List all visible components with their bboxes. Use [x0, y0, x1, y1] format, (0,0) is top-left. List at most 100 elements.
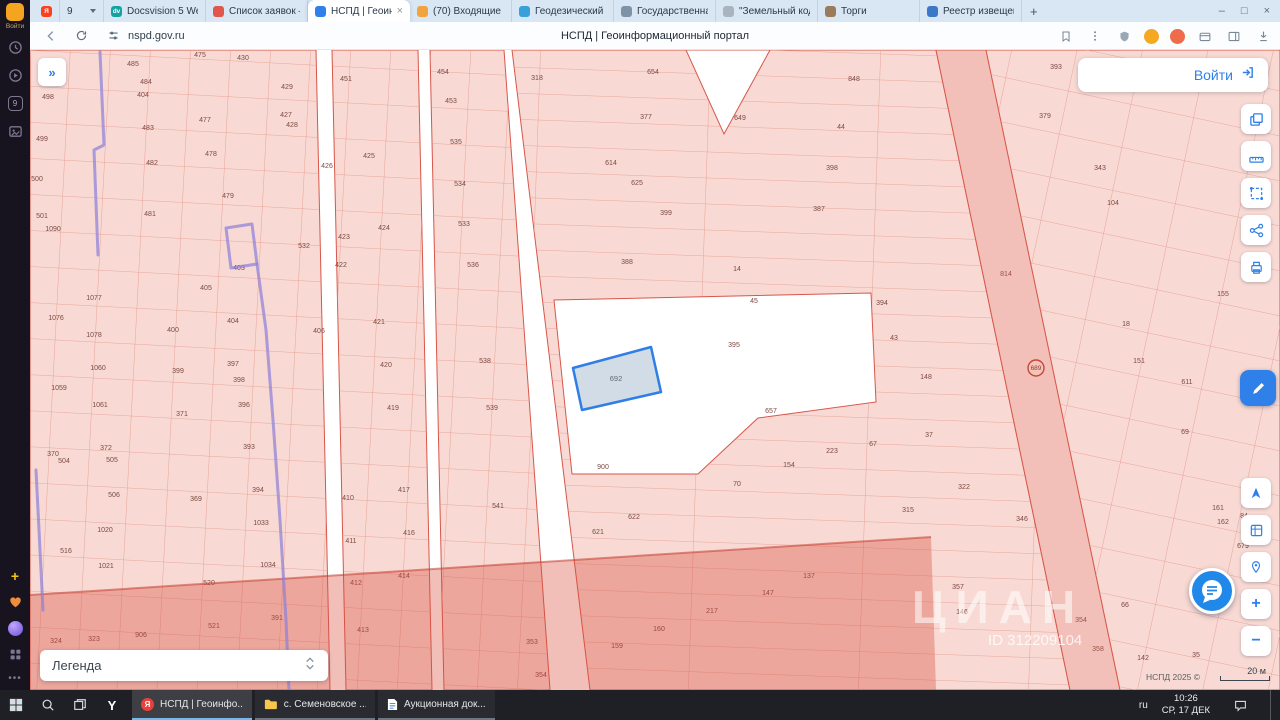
- protect-shield-icon[interactable]: [1115, 27, 1133, 45]
- url-box[interactable]: nspd.gov.ru: [104, 27, 185, 45]
- legend-toggle[interactable]: Легенда: [40, 650, 328, 681]
- pin-button[interactable]: [1241, 552, 1271, 582]
- document-icon: [387, 698, 398, 710]
- share-button[interactable]: [1241, 215, 1271, 245]
- side-panel-icon[interactable]: [1225, 27, 1243, 45]
- svg-text:425: 425: [363, 153, 375, 160]
- browser-tab[interactable]: "Земельный кодекс...: [716, 0, 818, 22]
- svg-text:501: 501: [36, 213, 48, 220]
- svg-text:161: 161: [1212, 505, 1224, 512]
- draw-tool-button[interactable]: [1240, 370, 1276, 406]
- svg-text:387: 387: [813, 206, 825, 213]
- tab-title: Реестр извещений: [943, 5, 1014, 17]
- address-bar-actions: [1057, 22, 1272, 50]
- yandex-browser-taskbar-icon[interactable]: Y: [96, 690, 128, 720]
- tab-close-icon[interactable]: ×: [397, 5, 403, 17]
- task-view-button[interactable]: [64, 690, 96, 720]
- browser-tab[interactable]: Государственная и...: [614, 0, 716, 22]
- taskbar-app[interactable]: Я НСПД | Геоинфо...: [132, 690, 252, 720]
- taskbar-app[interactable]: с. Семеновское ...: [255, 690, 375, 720]
- media-play-icon[interactable]: [6, 66, 24, 84]
- browser-tab[interactable]: (70) Входящие - По...: [410, 0, 512, 22]
- browser-tab[interactable]: НСПД | Геоинфор... ×: [308, 0, 410, 22]
- basemap-button[interactable]: [1241, 515, 1271, 545]
- svg-text:399: 399: [660, 210, 672, 217]
- browser-tab[interactable]: dv Docsvision 5 Web-к...: [104, 0, 206, 22]
- svg-text:1020: 1020: [97, 527, 113, 534]
- browser-tab[interactable]: Реестр извещений: [920, 0, 1022, 22]
- svg-text:370: 370: [47, 451, 59, 458]
- tab-favicon: dv: [111, 5, 122, 17]
- svg-text:611: 611: [1181, 379, 1192, 386]
- maximize-button[interactable]: □: [1241, 5, 1248, 17]
- svg-text:69: 69: [1181, 429, 1189, 436]
- action-center-icon[interactable]: [1224, 699, 1256, 712]
- browser-tab[interactable]: Список заявок — Те...: [206, 0, 308, 22]
- svg-text:322: 322: [958, 484, 970, 491]
- new-tab-button[interactable]: +: [1022, 0, 1046, 22]
- svg-text:43: 43: [890, 335, 898, 342]
- taskbar-search-button[interactable]: [32, 690, 64, 720]
- print-button[interactable]: [1241, 252, 1271, 282]
- svg-text:420: 420: [380, 362, 392, 369]
- cards-icon[interactable]: [1196, 27, 1214, 45]
- site-settings-icon[interactable]: [104, 27, 122, 45]
- start-button[interactable]: [0, 690, 32, 720]
- profile-avatar[interactable]: [6, 3, 24, 21]
- zoom-in-button[interactable]: +: [1241, 589, 1271, 619]
- map-canvas[interactable]: 485 475 430 498 484 404 429 427 428 483 477 499 482 4…: [30, 50, 1280, 690]
- tab-title: Список заявок — Те...: [229, 5, 300, 17]
- tab-counter-badge[interactable]: 9: [6, 94, 24, 112]
- apps-grid-icon[interactable]: [6, 645, 24, 663]
- more-options-icon[interactable]: •••: [8, 673, 22, 684]
- minimize-button[interactable]: –: [1219, 5, 1225, 17]
- download-icon[interactable]: [1254, 27, 1272, 45]
- taskbar-app[interactable]: Аукционная док...: [378, 690, 495, 720]
- panel-toggle-button[interactable]: »: [38, 58, 66, 86]
- address-bar: nspd.gov.ru НСПД | Геоинформационный пор…: [30, 22, 1280, 50]
- svg-text:451: 451: [340, 76, 352, 83]
- layers-button[interactable]: [1241, 104, 1271, 134]
- svg-text:1021: 1021: [98, 563, 114, 570]
- bookmark-icon[interactable]: [1057, 27, 1075, 45]
- zoom-out-button[interactable]: −: [1241, 626, 1271, 656]
- browser-tab[interactable]: 9: [60, 0, 104, 22]
- browser-tab[interactable]: Торги: [818, 0, 920, 22]
- tab-title: 9: [67, 5, 73, 17]
- show-desktop-button[interactable]: [1270, 690, 1274, 720]
- svg-text:429: 429: [281, 84, 293, 91]
- close-button[interactable]: ×: [1264, 5, 1270, 17]
- back-icon[interactable]: [42, 27, 60, 45]
- kebab-menu-icon[interactable]: [1086, 27, 1104, 45]
- login-button[interactable]: Войти: [1078, 58, 1268, 92]
- svg-text:155: 155: [1217, 291, 1229, 298]
- language-indicator[interactable]: ru: [1139, 700, 1148, 711]
- ruler-button[interactable]: [1241, 141, 1271, 171]
- svg-text:475: 475: [194, 52, 206, 59]
- extension-avatar2-icon[interactable]: [1170, 28, 1185, 44]
- svg-text:395: 395: [728, 342, 740, 349]
- svg-text:416: 416: [403, 530, 415, 537]
- tab-title: Государственная и...: [637, 5, 708, 17]
- history-icon[interactable]: [6, 38, 24, 56]
- add-panel-icon[interactable]: +: [11, 568, 19, 584]
- browser-tab[interactable]: Я: [34, 0, 60, 22]
- select-area-button[interactable]: [1241, 178, 1271, 208]
- browser-tab[interactable]: Геодезический кал...: [512, 0, 614, 22]
- locate-button[interactable]: [1241, 478, 1271, 508]
- chat-button[interactable]: [1189, 568, 1235, 614]
- reload-icon[interactable]: [72, 27, 90, 45]
- alice-assistant-icon[interactable]: [7, 621, 23, 636]
- taskbar-clock[interactable]: 10:26 СР, 17 ДЕК: [1162, 693, 1210, 717]
- svg-text:499: 499: [36, 136, 48, 143]
- svg-text:104: 104: [1107, 200, 1119, 207]
- favorites-heart-icon[interactable]: [6, 593, 24, 611]
- svg-text:477: 477: [199, 117, 211, 124]
- extension-avatar-icon[interactable]: [1144, 28, 1159, 44]
- sidebar-login-label: Войти: [5, 23, 25, 30]
- screenshot-icon[interactable]: [6, 122, 24, 140]
- svg-text:481: 481: [144, 211, 156, 218]
- svg-text:394: 394: [252, 487, 264, 494]
- svg-text:406: 406: [313, 328, 325, 335]
- svg-text:622: 622: [628, 514, 640, 521]
